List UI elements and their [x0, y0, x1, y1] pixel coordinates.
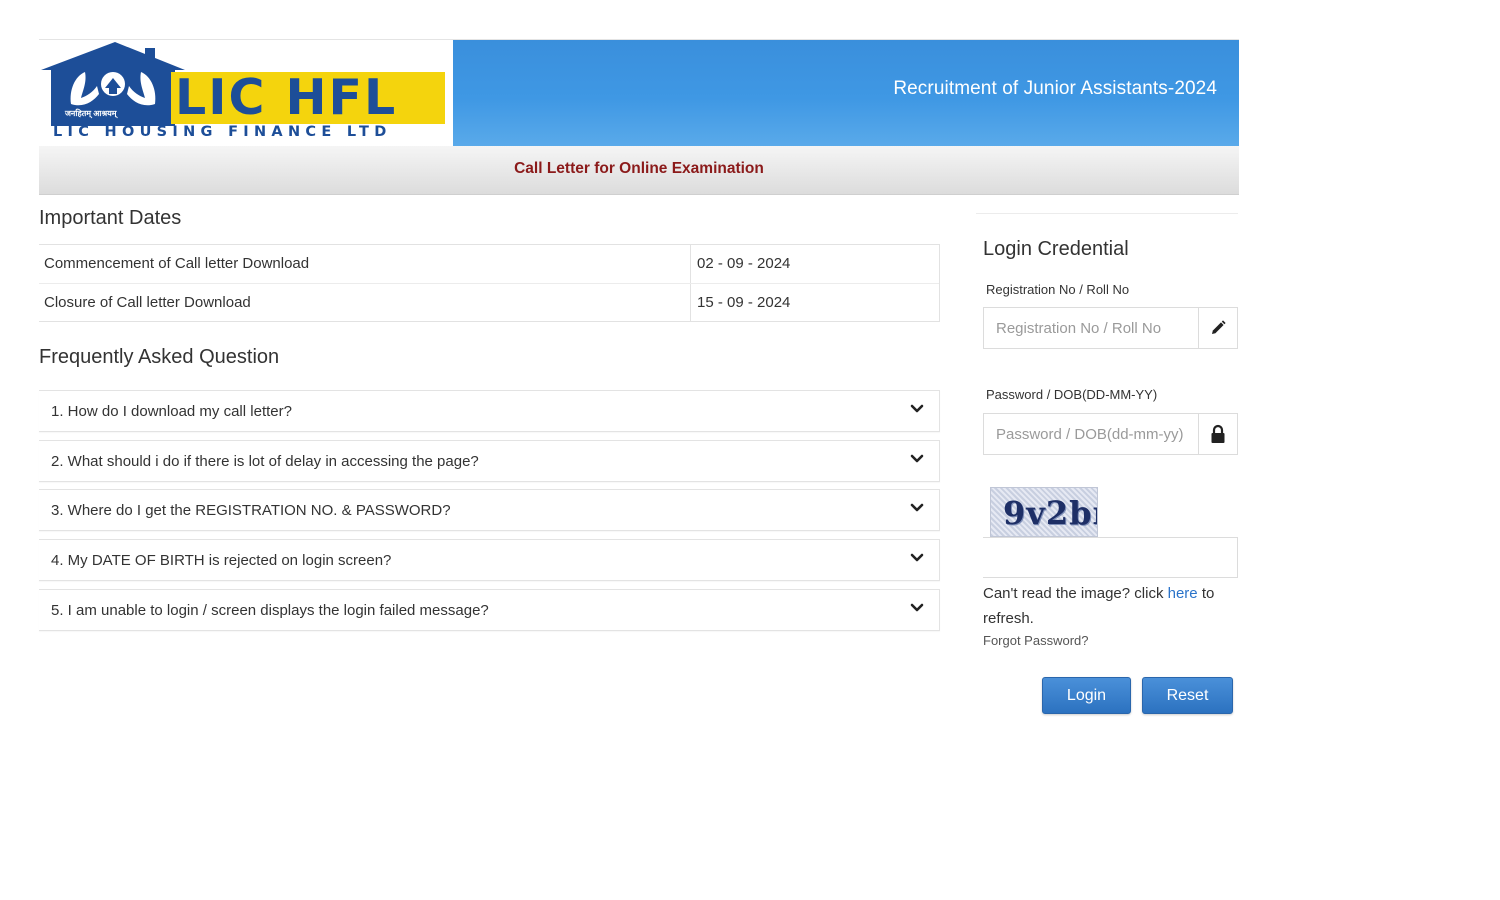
header-banner: Recruitment of Junior Assistants-2024 — [453, 40, 1239, 147]
captcha-text: 9v2bn — [1003, 494, 1097, 532]
faq-question: 3. Where do I get the REGISTRATION NO. &… — [51, 502, 451, 519]
forgot-password-link[interactable]: Forgot Password? — [983, 633, 1089, 648]
logo-main-text: LIC HFL — [175, 69, 398, 126]
reset-button[interactable]: Reset — [1142, 677, 1233, 714]
chevron-down-icon[interactable] — [909, 500, 925, 516]
logo-tagline: जनहितम् आश्रयम् — [65, 109, 117, 118]
login-title: Login Credential — [983, 238, 1129, 260]
registration-label: Registration No / Roll No — [986, 282, 1130, 297]
site-header: जनहितम् आश्रयम् LIC HFL LIC HOUSING FINA… — [39, 39, 1239, 147]
faq-question: 4. My DATE OF BIRTH is rejected on login… — [51, 552, 392, 569]
chevron-down-icon[interactable] — [909, 550, 925, 566]
faq-item-1[interactable]: 1. How do I download my call letter? — [39, 390, 940, 432]
logo-sub-text: LIC HOUSING FINANCE LTD — [53, 124, 392, 140]
banner-title: Recruitment of Junior Assistants-2024 — [893, 78, 1217, 99]
login-button[interactable]: Login — [1042, 677, 1131, 714]
captcha-image: 9v2bn — [990, 487, 1098, 537]
date-value: 15 - 09 - 2024 — [697, 294, 791, 311]
important-dates-title: Important Dates — [39, 207, 182, 229]
date-label: Commencement of Call letter Download — [39, 245, 691, 283]
pencil-icon — [1199, 308, 1237, 348]
registration-input-group — [983, 307, 1238, 349]
page-subtitle-bar: Call Letter for Online Examination — [39, 146, 1239, 195]
captcha-help-prefix: Can't read the image? click — [983, 585, 1168, 602]
login-panel-divider — [976, 213, 1238, 214]
faq-item-3[interactable]: 3. Where do I get the REGISTRATION NO. &… — [39, 489, 940, 531]
faq-item-2[interactable]: 2. What should i do if there is lot of d… — [39, 440, 940, 482]
captcha-help: Can't read the image? click here to refr… — [983, 581, 1238, 631]
password-input-group — [983, 413, 1238, 455]
lic-hfl-logo: जनहितम् आश्रयम् LIC HFL LIC HOUSING FINA… — [39, 40, 453, 147]
faq-question: 2. What should i do if there is lot of d… — [51, 453, 479, 470]
table-row: Commencement of Call letter Download 02 … — [39, 245, 939, 283]
date-value: 02 - 09 - 2024 — [697, 255, 791, 272]
lock-icon — [1199, 414, 1237, 454]
captcha-input[interactable] — [983, 537, 1238, 578]
table-row: Closure of Call letter Download 15 - 09 … — [39, 283, 939, 321]
registration-input[interactable] — [984, 308, 1199, 348]
faq-item-5[interactable]: 5. I am unable to login / screen display… — [39, 589, 940, 631]
faq-question: 5. I am unable to login / screen display… — [51, 602, 489, 619]
chevron-down-icon[interactable] — [909, 401, 925, 417]
faq-question: 1. How do I download my call letter? — [51, 403, 292, 420]
faq-title: Frequently Asked Question — [39, 346, 280, 368]
chevron-down-icon[interactable] — [909, 600, 925, 616]
password-input[interactable] — [984, 414, 1199, 454]
page-subtitle: Call Letter for Online Examination — [514, 160, 764, 177]
date-label: Closure of Call letter Download — [39, 284, 691, 321]
important-dates-table: Commencement of Call letter Download 02 … — [39, 244, 940, 322]
chevron-down-icon[interactable] — [909, 451, 925, 467]
captcha-refresh-link[interactable]: here — [1168, 585, 1198, 602]
faq-item-4[interactable]: 4. My DATE OF BIRTH is rejected on login… — [39, 539, 940, 581]
password-label: Password / DOB(DD-MM-YY) — [986, 387, 1158, 402]
